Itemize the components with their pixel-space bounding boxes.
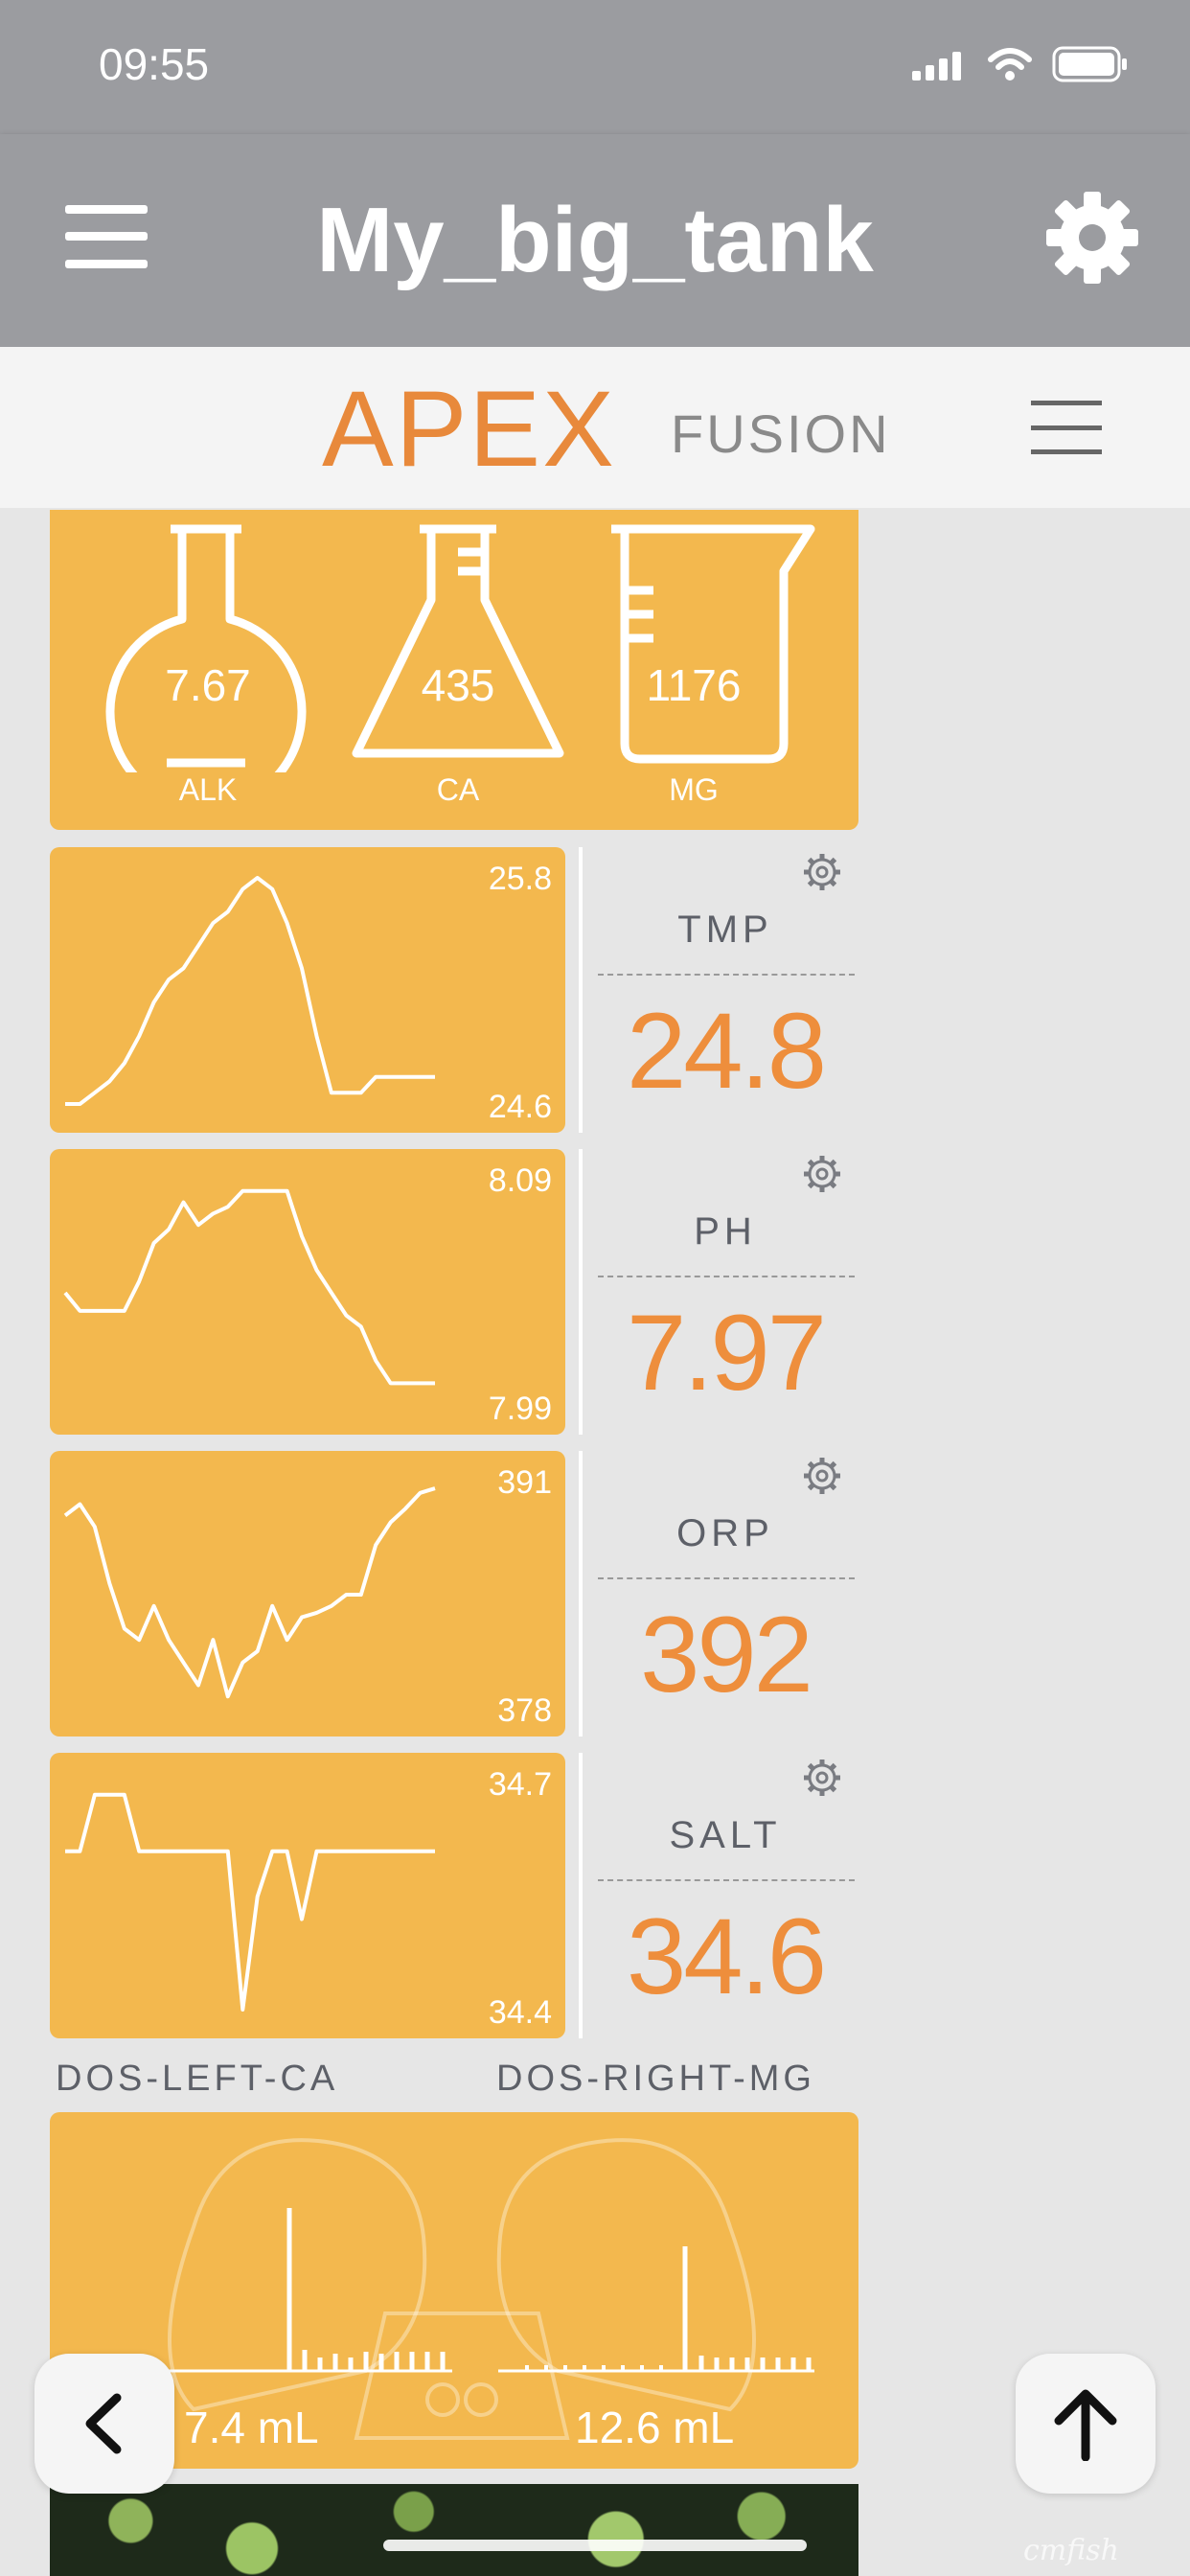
- probe-settings-gear-icon[interactable]: [801, 1757, 843, 1799]
- probe-graph-card[interactable]: 391 378: [50, 1451, 565, 1736]
- probe-value: 24.8: [627, 991, 827, 1111]
- graph-max-label: 25.8: [488, 861, 552, 897]
- mg-value: 1176: [646, 660, 742, 710]
- battery-icon: [1052, 46, 1129, 89]
- dos-right-value: 12.6 mL: [575, 2403, 735, 2452]
- tank-photo: [50, 2484, 858, 2576]
- arrow-up-icon: [1054, 2389, 1117, 2461]
- chevron-left-icon: [85, 2393, 122, 2454]
- graph-max-label: 8.09: [488, 1162, 552, 1199]
- beaker-icon: [611, 524, 815, 764]
- alk-label: ALK: [178, 772, 238, 807]
- probe-value: 34.6: [627, 1897, 827, 2016]
- probe-settings-gear-icon[interactable]: [801, 1153, 843, 1195]
- apex-logo: APEX: [322, 369, 616, 489]
- graph-max-label: 34.7: [488, 1766, 552, 1803]
- graph-min-label: 7.99: [488, 1391, 552, 1427]
- trend-line: [63, 1188, 435, 1386]
- scroll-top-button[interactable]: [1016, 2354, 1156, 2494]
- trend-line: [63, 1486, 436, 1699]
- divider: [579, 1753, 583, 2038]
- graph-min-label: 378: [497, 1692, 552, 1729]
- dos-right-label: DOS-RIGHT-MG: [496, 2058, 815, 2099]
- fusion-logo: FUSION: [671, 403, 891, 464]
- dashed-divider: [598, 1276, 855, 1277]
- alk-value: 7.67: [165, 660, 251, 710]
- graph-min-label: 34.4: [488, 1994, 552, 2031]
- dos-right-chart: [498, 2246, 814, 2373]
- home-indicator: [383, 2540, 807, 2551]
- probe-label: SALT: [669, 1814, 782, 1856]
- divider: [579, 847, 583, 1133]
- dashed-divider: [598, 974, 855, 976]
- divider: [579, 1451, 583, 1736]
- back-button[interactable]: [34, 2354, 174, 2494]
- round-flask-icon: [105, 524, 307, 772]
- trend-line: [65, 1792, 435, 2012]
- erlenmeyer-flask-icon: [352, 524, 564, 758]
- dashed-divider: [598, 1577, 855, 1579]
- probe-label: TMP: [677, 908, 773, 951]
- probe-value: 392: [640, 1595, 813, 1714]
- probe-settings-gear-icon[interactable]: [801, 851, 843, 893]
- status-time: 09:55: [99, 39, 210, 89]
- dos-left-label: DOS-LEFT-CA: [56, 2058, 339, 2099]
- signal-icon: [912, 52, 962, 85]
- probe-label: PH: [694, 1210, 757, 1253]
- page-title: My_big_tank: [316, 189, 874, 291]
- apex-menu-icon[interactable]: [1031, 401, 1102, 459]
- watermark: cmfish: [1023, 2534, 1119, 2567]
- dos-left-value: 7.4 mL: [184, 2403, 319, 2452]
- probe-label: ORP: [676, 1512, 774, 1554]
- probe-graph-card[interactable]: 8.09 7.99: [50, 1149, 565, 1435]
- gear-icon[interactable]: [1044, 190, 1140, 290]
- probe-value: 7.97: [627, 1293, 827, 1413]
- graph-min-label: 24.6: [488, 1089, 552, 1125]
- probe-graph-card[interactable]: 34.7 34.4: [50, 1753, 565, 2038]
- dashed-divider: [598, 1879, 855, 1881]
- chemistry-card[interactable]: 7.67 435 1176 ALK CA MG: [50, 510, 858, 830]
- wifi-icon: [987, 48, 1033, 87]
- probe-graph-card[interactable]: 25.8 24.6: [50, 847, 565, 1133]
- trend-line: [65, 876, 435, 1106]
- graph-max-label: 391: [497, 1464, 552, 1501]
- mg-label: MG: [669, 772, 719, 807]
- ca-value: 435: [421, 660, 495, 710]
- divider: [579, 1149, 583, 1435]
- dos-left-chart: [155, 2208, 452, 2373]
- probe-settings-gear-icon[interactable]: [801, 1455, 843, 1497]
- ca-label: CA: [436, 772, 480, 807]
